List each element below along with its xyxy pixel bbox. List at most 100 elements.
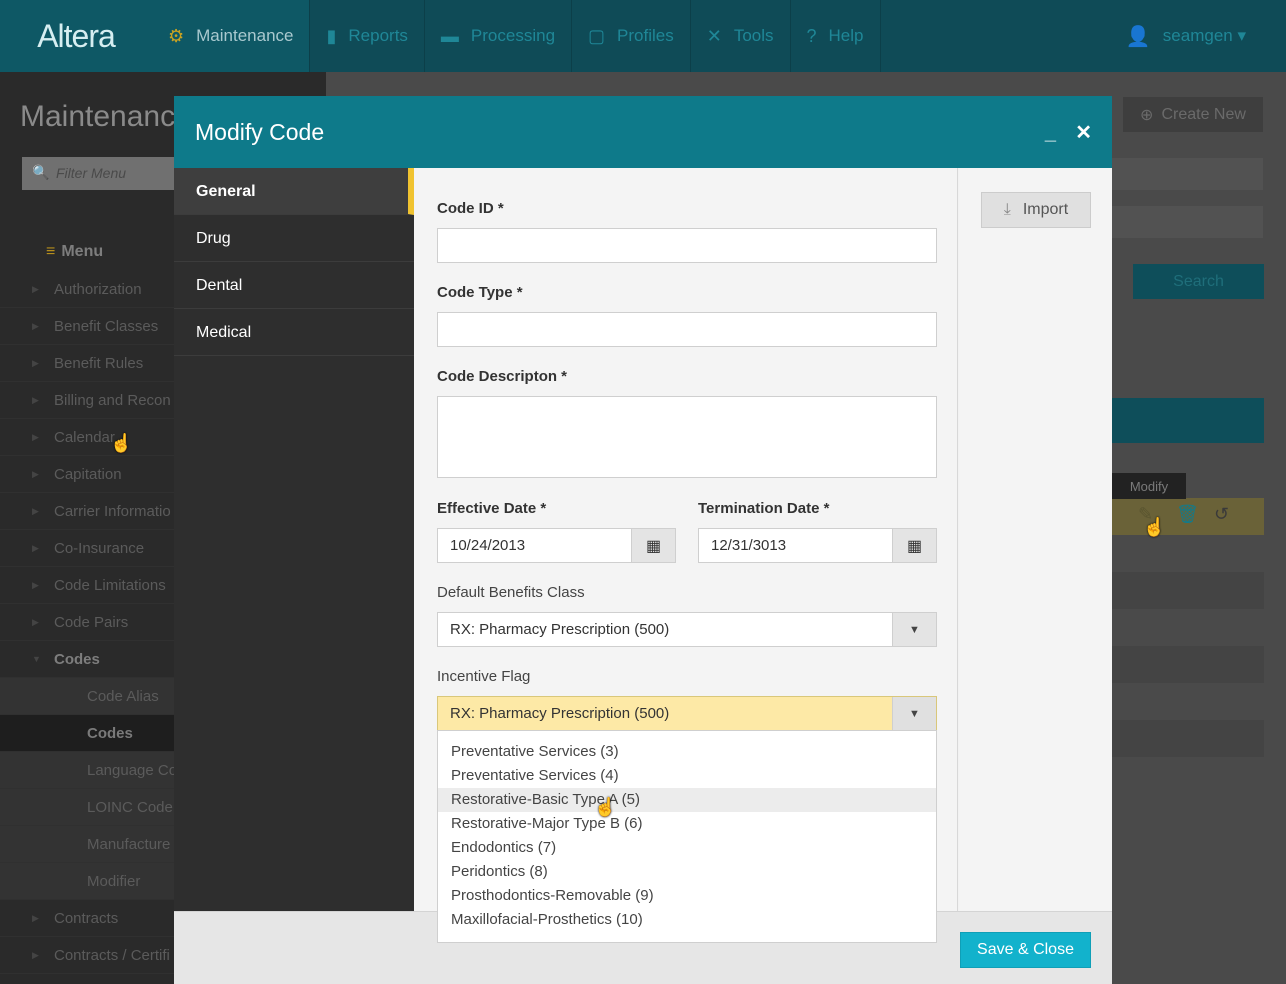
sidebar-subitem-manufacturer[interactable]: Manufacture xyxy=(0,826,174,863)
background-field[interactable] xyxy=(1112,206,1263,238)
nav-label: Maintenance xyxy=(196,26,294,45)
create-new-button[interactable]: ⊕ Create New xyxy=(1123,97,1263,132)
sidebar-item-label: Carrier Informatio xyxy=(54,503,171,520)
calendar-icon[interactable]: ▦ xyxy=(892,529,936,562)
close-icon[interactable]: ✕ xyxy=(1075,120,1092,145)
incentive-flag-value: RX: Pharmacy Prescription (500) xyxy=(450,705,670,722)
caret-right-icon: ▶ xyxy=(32,617,39,627)
tab-drug[interactable]: Drug xyxy=(174,215,414,262)
table-row[interactable] xyxy=(1112,720,1264,757)
tab-dental[interactable]: Dental xyxy=(174,262,414,309)
import-button[interactable]: ⤓ Import xyxy=(981,192,1091,228)
code-description-label: Code Descripton * xyxy=(437,368,568,385)
effective-date-field[interactable]: 10/24/2013 ▦ xyxy=(437,528,676,563)
table-row[interactable] xyxy=(1112,646,1264,683)
sidebar-subitem-loinc[interactable]: LOINC Code xyxy=(0,789,174,826)
tab-medical[interactable]: Medical xyxy=(174,309,414,356)
sidebar-item-label: Code Alias xyxy=(87,688,159,705)
top-navigation: Altera ⚙ Maintenance ▮ Reports ▬ Process… xyxy=(0,0,1286,72)
incentive-flag-select[interactable]: RX: Pharmacy Prescription (500) ▼ xyxy=(437,696,937,731)
caret-right-icon: ▶ xyxy=(32,358,39,368)
help-icon: ? xyxy=(806,25,817,46)
sidebar-item-benefit-rules[interactable]: ▶ Benefit Rules xyxy=(0,345,174,382)
sidebar-item-capitation[interactable]: ▶ Capitation xyxy=(0,456,174,493)
save-close-button[interactable]: Save & Close xyxy=(960,932,1091,968)
nav-profiles[interactable]: ▢ Profiles xyxy=(572,0,691,72)
caret-right-icon: ▶ xyxy=(32,432,39,442)
code-description-textarea[interactable] xyxy=(437,396,937,478)
sidebar-item-billing[interactable]: ▶ Billing and Recon xyxy=(0,382,174,419)
sidebar-item-label: Co-Insurance xyxy=(54,540,145,557)
sidebar-item-co-insurance[interactable]: ▶ Co-Insurance xyxy=(0,530,174,567)
sidebar-item-label: LOINC Code xyxy=(87,799,173,816)
user-name: seamgen ▾ xyxy=(1162,26,1246,45)
hand-cursor-icon: ☝ xyxy=(594,797,617,817)
dropdown-option[interactable]: Restorative-Basic Type A (5) xyxy=(438,788,936,812)
sidebar-item-code-limitations[interactable]: ▶ Code Limitations xyxy=(0,567,174,604)
sidebar-item-label: Contracts xyxy=(54,910,119,927)
dropdown-option[interactable]: Endodontics (7) xyxy=(438,836,936,860)
trash-icon[interactable]: 🗑 xyxy=(1176,504,1199,525)
altera-logo[interactable]: Altera xyxy=(0,0,152,72)
minimize-icon[interactable]: _ xyxy=(1045,122,1056,145)
sidebar-subitem-modifier[interactable]: Modifier xyxy=(0,863,174,900)
tab-general[interactable]: General xyxy=(174,168,414,215)
nav-maintenance[interactable]: ⚙ Maintenance xyxy=(152,0,311,72)
sidebar-item-codes[interactable]: ▼ Codes xyxy=(0,641,174,678)
nav-processing[interactable]: ▬ Processing xyxy=(425,0,573,72)
profile-icon: ▢ xyxy=(588,25,606,46)
sidebar-item-code-pairs[interactable]: ▶ Code Pairs xyxy=(0,604,174,641)
sidebar-item-authorization[interactable]: ▶ Authorization xyxy=(0,271,174,308)
code-id-input[interactable] xyxy=(437,228,937,263)
nav-label: Help xyxy=(828,26,864,45)
calendar-icon[interactable]: ▦ xyxy=(631,529,675,562)
dropdown-option[interactable]: Preventative Services (4) xyxy=(438,764,936,788)
sidebar-item-benefit-classes[interactable]: ▶ Benefit Classes xyxy=(0,308,174,345)
sidebar-item-contracts-cert[interactable]: ▶ Contracts / Certifi xyxy=(0,937,174,974)
filter-menu-input[interactable]: 🔍 Filter Menu xyxy=(22,157,182,190)
folder-icon: ▬ xyxy=(440,25,459,46)
sidebar-subitem-code-alias[interactable]: Code Alias xyxy=(0,678,174,715)
search-icon: 🔍 xyxy=(32,164,50,180)
sidebar-item-label: Contracts / Certifi xyxy=(54,947,170,964)
modal-tabs: General Drug Dental Medical xyxy=(174,168,414,911)
sidebar-item-contracts[interactable]: ▶ Contracts xyxy=(0,900,174,937)
sidebar-item-label: Capitation xyxy=(54,466,122,483)
nav-tools[interactable]: ✕ Tools xyxy=(691,0,791,72)
default-benefits-select[interactable]: RX: Pharmacy Prescription (500) ▼ xyxy=(437,612,937,647)
sidebar-item-label: Code Limitations xyxy=(54,577,166,594)
sidebar-subitem-codes[interactable]: Codes xyxy=(0,715,174,752)
caret-right-icon: ▶ xyxy=(32,913,39,923)
sidebar-subitem-language[interactable]: Language Co xyxy=(0,752,174,789)
default-benefits-value: RX: Pharmacy Prescription (500) xyxy=(450,621,670,638)
code-type-label: Code Type * xyxy=(437,284,523,301)
plus-circle-icon: ⊕ xyxy=(1140,106,1154,124)
chevron-down-icon: ▼ xyxy=(892,697,936,730)
nav-reports[interactable]: ▮ Reports xyxy=(310,0,425,72)
dropdown-option[interactable]: Preventative Services (3) xyxy=(438,740,936,764)
search-button[interactable]: Search xyxy=(1133,264,1264,299)
filter-placeholder: Filter Menu xyxy=(56,165,127,181)
termination-date-field[interactable]: 12/31/3013 ▦ xyxy=(698,528,937,563)
user-icon: 👤 xyxy=(1125,25,1151,48)
tools-icon: ✕ xyxy=(706,25,722,46)
dropdown-option[interactable]: Restorative-Major Type B (6) xyxy=(438,812,936,836)
background-field[interactable] xyxy=(1112,158,1263,190)
history-icon[interactable]: ↺ xyxy=(1214,504,1229,525)
import-label: Import xyxy=(1022,201,1069,218)
code-type-input[interactable] xyxy=(437,312,937,347)
dropdown-option[interactable]: Maxillofacial-Prosthetics (10) xyxy=(438,908,936,932)
sidebar-item-label: Benefit Rules xyxy=(54,355,144,372)
chevron-down-icon: ▼ xyxy=(892,613,936,646)
sidebar-item-calendar[interactable]: ▶ Calendar xyxy=(0,419,174,456)
dropdown-option[interactable]: Peridontics (8) xyxy=(438,860,936,884)
dropdown-option[interactable]: Prosthodontics-Removable (9) xyxy=(438,884,936,908)
user-menu[interactable]: 👤 seamgen ▾ xyxy=(1126,0,1246,72)
table-row[interactable] xyxy=(1112,572,1264,609)
sidebar-item-carrier[interactable]: ▶ Carrier Informatio xyxy=(0,493,174,530)
sidebar-item-label: Benefit Classes xyxy=(54,318,159,335)
caret-right-icon: ▶ xyxy=(32,395,39,405)
nav-help[interactable]: ? Help xyxy=(791,0,881,72)
create-new-label: Create New xyxy=(1161,105,1246,123)
incentive-flag-dropdown: Preventative Services (3) Preventative S… xyxy=(437,730,937,943)
